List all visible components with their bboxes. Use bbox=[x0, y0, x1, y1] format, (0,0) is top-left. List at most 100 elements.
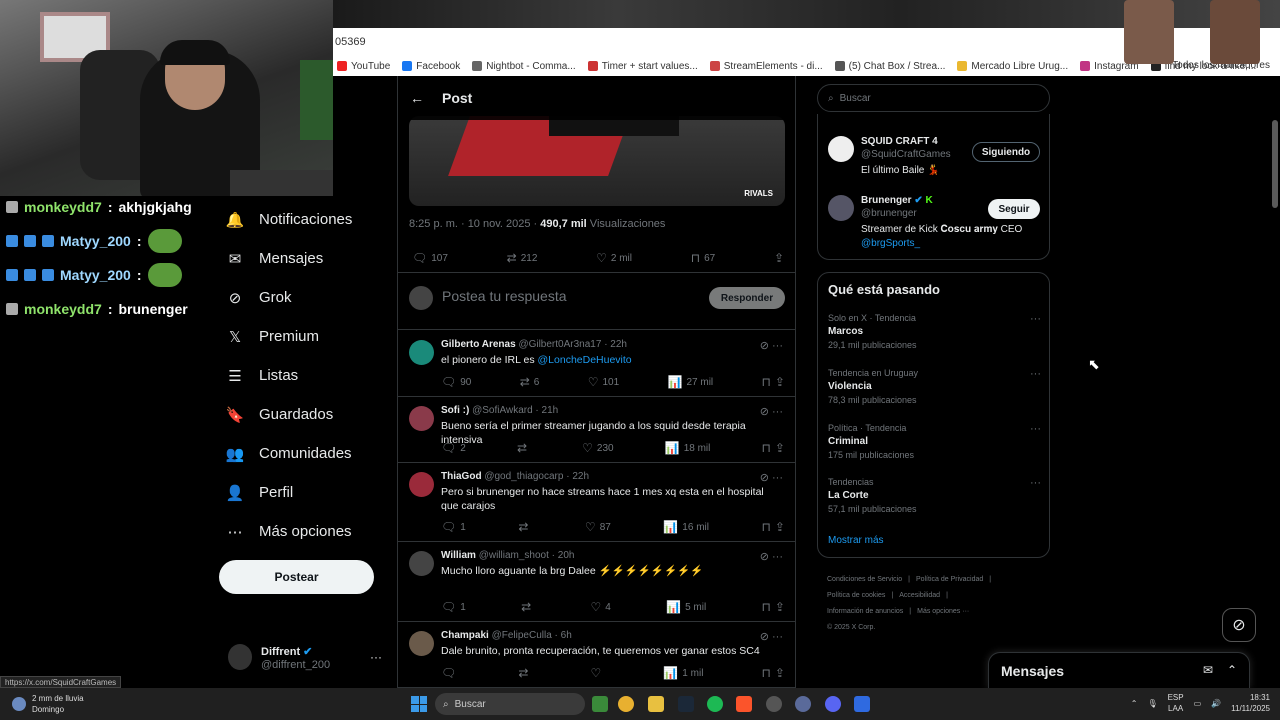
avatar[interactable] bbox=[409, 551, 434, 576]
brave-icon[interactable] bbox=[736, 696, 752, 712]
like-action[interactable]: ♡ 2 mil bbox=[596, 251, 632, 265]
reply-author[interactable]: ThiaGod bbox=[441, 471, 482, 482]
post-button[interactable]: Postear bbox=[219, 560, 374, 594]
repost-action[interactable]: ⇄ bbox=[517, 441, 531, 455]
heart-action[interactable]: ♡ 230 bbox=[582, 441, 613, 455]
more-icon[interactable]: ··· bbox=[772, 406, 783, 418]
avatar[interactable] bbox=[828, 195, 854, 221]
footer-link[interactable]: Información de anuncios bbox=[827, 608, 903, 615]
views-action[interactable]: 📊 27 mil bbox=[668, 375, 714, 389]
bookmark-item[interactable]: Mercado Libre Urug... bbox=[957, 61, 1068, 72]
reply-action[interactable]: 🗨 bbox=[441, 666, 460, 680]
share-icon[interactable]: ⇪ bbox=[775, 375, 785, 389]
search-input[interactable]: ⌕ Buscar bbox=[817, 84, 1050, 112]
bookmark-icon[interactable]: ⊓ bbox=[762, 600, 771, 614]
bookmark-item[interactable]: StreamElements - di... bbox=[709, 61, 823, 72]
reply-author[interactable]: William bbox=[441, 550, 476, 561]
heart-action[interactable]: ♡ 4 bbox=[590, 600, 610, 614]
more-icon[interactable]: ··· bbox=[772, 472, 783, 484]
heart-action[interactable]: ♡ 101 bbox=[588, 375, 619, 389]
repost-action[interactable]: ⇄ 212 bbox=[507, 251, 538, 265]
more-icon[interactable]: ··· bbox=[1030, 313, 1041, 325]
more-icon[interactable]: ··· bbox=[1030, 368, 1041, 380]
messages-drawer[interactable]: Mensajes ✉ ⌃ bbox=[988, 652, 1250, 688]
share-icon[interactable]: ⇪ bbox=[775, 520, 785, 534]
back-arrow-icon[interactable]: ← bbox=[410, 90, 424, 106]
share-icon[interactable]: ⇪ bbox=[775, 666, 785, 680]
repost-action[interactable]: ⇄ bbox=[518, 666, 532, 680]
post-media[interactable]: RIVALS bbox=[409, 116, 785, 206]
reply-post[interactable]: William @william_shoot · 20h ⊘ ··· Mucho l… bbox=[398, 542, 795, 622]
volume-icon[interactable]: 🔊 bbox=[1211, 699, 1221, 708]
reply-action[interactable]: 🗨 1 bbox=[441, 520, 466, 534]
reply-author[interactable]: Gilberto Arenas bbox=[441, 339, 516, 350]
grok-icon[interactable]: ⊘ bbox=[1222, 608, 1256, 642]
repost-action[interactable]: ⇄ bbox=[521, 600, 535, 614]
bookmark-icon[interactable]: ⊓ bbox=[762, 666, 771, 680]
file-explorer-icon[interactable] bbox=[648, 696, 664, 712]
footer-link[interactable]: © 2025 X Corp. bbox=[827, 624, 875, 631]
share-icon[interactable]: ⇪ bbox=[775, 600, 785, 614]
chevron-up-icon[interactable]: ⌃ bbox=[1227, 663, 1237, 677]
reply-action[interactable]: 🗨 107 bbox=[412, 251, 448, 265]
user-cell[interactable]: Brunenger ✔ K @brunenger Streamer de Kick … bbox=[828, 195, 1043, 251]
sidebar-item-guardados[interactable]: 🔖 Guardados bbox=[219, 395, 389, 434]
reply-button[interactable]: Responder bbox=[709, 287, 785, 309]
app-icon[interactable] bbox=[854, 696, 870, 712]
sidebar-item-mensajes[interactable]: ✉ Mensajes bbox=[219, 239, 389, 278]
footer-link[interactable]: Accesibilidad bbox=[899, 592, 940, 599]
app-icon[interactable] bbox=[795, 696, 811, 712]
heart-action[interactable]: ♡ 87 bbox=[585, 520, 611, 534]
post-timestamp[interactable]: 8:25 p. m. · 10 nov. 2025 · bbox=[409, 218, 540, 230]
reply-author[interactable]: Champaki bbox=[441, 630, 489, 641]
grok-icon[interactable]: ⊘ bbox=[760, 631, 772, 643]
bookmark-icon[interactable]: ⊓ bbox=[762, 441, 771, 455]
reply-post[interactable]: Gilberto Arenas @Gilbert0Ar3na17 · 22h ⊘ … bbox=[398, 331, 795, 397]
mention-link[interactable]: @LoncheDeHuevito bbox=[538, 354, 632, 366]
sidebar-item-comunidades[interactable]: 👥 Comunidades bbox=[219, 434, 389, 473]
avatar[interactable] bbox=[409, 472, 434, 497]
footer-link[interactable]: Condiciones de Servicio bbox=[827, 576, 902, 583]
more-icon[interactable]: ··· bbox=[1030, 423, 1041, 435]
follow-button[interactable]: Seguir bbox=[988, 199, 1040, 219]
bookmark-item[interactable]: Facebook bbox=[402, 61, 460, 72]
avatar[interactable] bbox=[409, 406, 434, 431]
sidebar-item-premium[interactable]: 𝕏 Premium bbox=[219, 317, 389, 356]
show-more-link[interactable]: Mostrar más bbox=[828, 535, 884, 546]
more-icon[interactable]: ··· bbox=[772, 340, 783, 352]
reply-post[interactable]: ThiaGod @god_thiagocarp · 22h ⊘ ··· Pero s… bbox=[398, 463, 795, 542]
reply-author[interactable]: Sofi :) bbox=[441, 405, 469, 416]
minecraft-icon[interactable] bbox=[592, 696, 608, 712]
taskbar-search[interactable]: ⌕ Buscar bbox=[435, 693, 585, 715]
footer-link[interactable]: Política de cookies bbox=[827, 592, 885, 599]
views-action[interactable]: 📊 18 mil bbox=[665, 441, 711, 455]
more-icon[interactable]: ··· bbox=[1030, 477, 1041, 489]
grok-icon[interactable]: ⊘ bbox=[760, 472, 772, 484]
bookmark-icon[interactable]: ⊓ bbox=[762, 520, 771, 534]
network-icon[interactable]: ▭ bbox=[1194, 699, 1202, 708]
obs-icon[interactable] bbox=[766, 696, 782, 712]
footer-link[interactable]: Más opciones ··· bbox=[917, 608, 969, 615]
grok-icon[interactable]: ⊘ bbox=[760, 340, 772, 352]
mic-icon[interactable]: 🎙 bbox=[1147, 699, 1157, 708]
windows-start-icon[interactable] bbox=[411, 696, 427, 712]
sidebar-item-perfil[interactable]: 👤 Perfil bbox=[219, 473, 389, 512]
discord-icon[interactable] bbox=[825, 696, 841, 712]
chevron-up-icon[interactable]: ⌃ bbox=[1131, 699, 1138, 708]
bookmark-action[interactable]: ⊓ 67 bbox=[691, 251, 716, 265]
repost-action[interactable]: ⇄ 6 bbox=[520, 375, 540, 389]
sidebar-item-listas[interactable]: ☰ Listas bbox=[219, 356, 389, 395]
avatar[interactable] bbox=[828, 136, 854, 162]
trend-item[interactable]: Tendencias La Corte 57,1 mil publicaciones… bbox=[828, 477, 1041, 514]
trend-item[interactable]: Tendencia en Uruguay Violencia 78,3 mil pu… bbox=[828, 368, 1041, 405]
share-icon[interactable]: ⇪ bbox=[775, 441, 785, 455]
bookmark-item[interactable]: Timer + start values... bbox=[587, 61, 698, 72]
chrome-icon[interactable] bbox=[618, 696, 634, 712]
trend-item[interactable]: Solo en X · Tendencia Marcos 29,1 mil publ… bbox=[828, 313, 1041, 350]
reply-post[interactable]: Sofi :) @SofiAwkard · 21h ⊘ ··· Bueno serí… bbox=[398, 397, 795, 463]
footer-link[interactable]: Política de Privacidad bbox=[916, 576, 983, 583]
views-action[interactable]: 📊 1 mil bbox=[663, 666, 703, 680]
new-message-icon[interactable]: ✉ bbox=[1203, 663, 1213, 677]
more-icon[interactable]: ··· bbox=[772, 551, 783, 563]
bookmark-item[interactable]: YouTube bbox=[337, 61, 390, 72]
